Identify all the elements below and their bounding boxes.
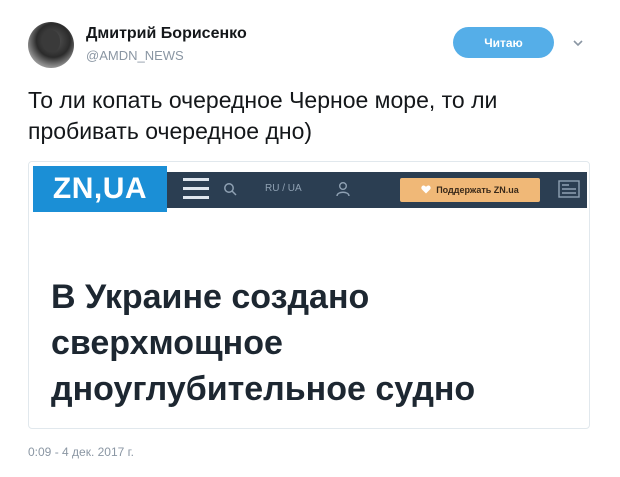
- tweet-text: То ли копать очередное Черное море, то л…: [28, 87, 498, 144]
- following-button[interactable]: Читаю: [453, 27, 554, 58]
- tweet-timestamp[interactable]: 0:09 - 4 дек. 2017 г.: [28, 445, 134, 459]
- menu-icon: [183, 178, 209, 200]
- heart-icon: [421, 184, 431, 196]
- author-avatar[interactable]: [28, 22, 74, 68]
- search-icon: [223, 182, 237, 196]
- tweet-media-image[interactable]: ZN,UA RU / UA Поддержать ZN.ua В Украине…: [28, 161, 590, 429]
- support-label: Поддержать ZN.ua: [436, 185, 519, 195]
- support-button: Поддержать ZN.ua: [400, 178, 540, 202]
- article-headline: В Украине создано сверхмощное дноуглубит…: [51, 278, 476, 408]
- newspaper-icon: [557, 177, 581, 201]
- tweet: Дмитрий Борисенко @AMDN_NEWS Читаю То ли…: [0, 0, 620, 477]
- site-nav-bar: RU / UA Поддержать ZN.ua: [167, 172, 587, 208]
- chevron-down-icon[interactable]: [571, 36, 585, 50]
- language-switch: RU / UA: [265, 183, 302, 194]
- site-header: ZN,UA RU / UA Поддержать ZN.ua: [29, 162, 589, 212]
- user-icon: [335, 181, 351, 197]
- site-logo: ZN,UA: [33, 166, 167, 212]
- author-name[interactable]: Дмитрий Борисенко: [86, 25, 247, 43]
- author-handle[interactable]: @AMDN_NEWS: [86, 48, 184, 63]
